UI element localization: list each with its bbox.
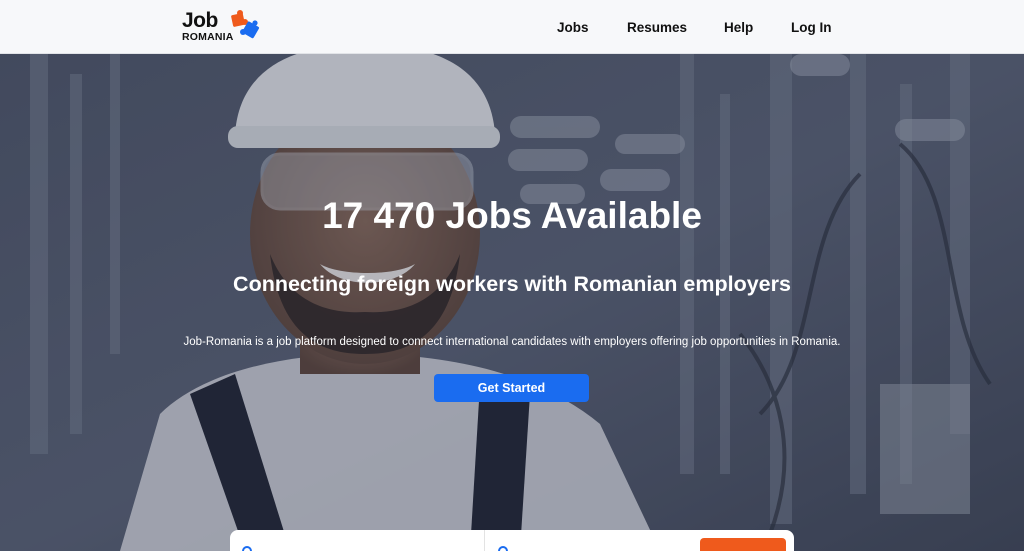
- hero-description: Job-Romania is a job platform designed t…: [183, 336, 841, 348]
- search-icon: [498, 546, 508, 551]
- location-icon: [242, 546, 252, 551]
- search-bar: [230, 530, 794, 551]
- search-button[interactable]: [700, 538, 786, 551]
- logo-text-job: Job: [182, 9, 218, 32]
- hero-overlay: [0, 54, 1024, 551]
- search-divider: [484, 530, 485, 551]
- logo[interactable]: Job ROMANIA: [182, 10, 264, 44]
- nav-login-link[interactable]: Log In: [791, 20, 832, 36]
- get-started-button[interactable]: Get Started: [434, 374, 589, 402]
- nav-jobs-link[interactable]: Jobs: [557, 20, 589, 36]
- site-header: Job ROMANIA Jobs Resumes Help Log In: [0, 0, 1024, 54]
- nav-help-link[interactable]: Help: [724, 20, 753, 36]
- logo-text-romania: ROMANIA: [182, 31, 234, 43]
- hero-section: 17 470 Jobs Available Connecting foreign…: [0, 54, 1024, 551]
- puzzle-logo-icon: [231, 10, 260, 39]
- hero-title: 17 470 Jobs Available: [322, 195, 702, 236]
- nav-resumes-link[interactable]: Resumes: [627, 20, 687, 36]
- hero-subtitle: Connecting foreign workers with Romanian…: [233, 272, 791, 296]
